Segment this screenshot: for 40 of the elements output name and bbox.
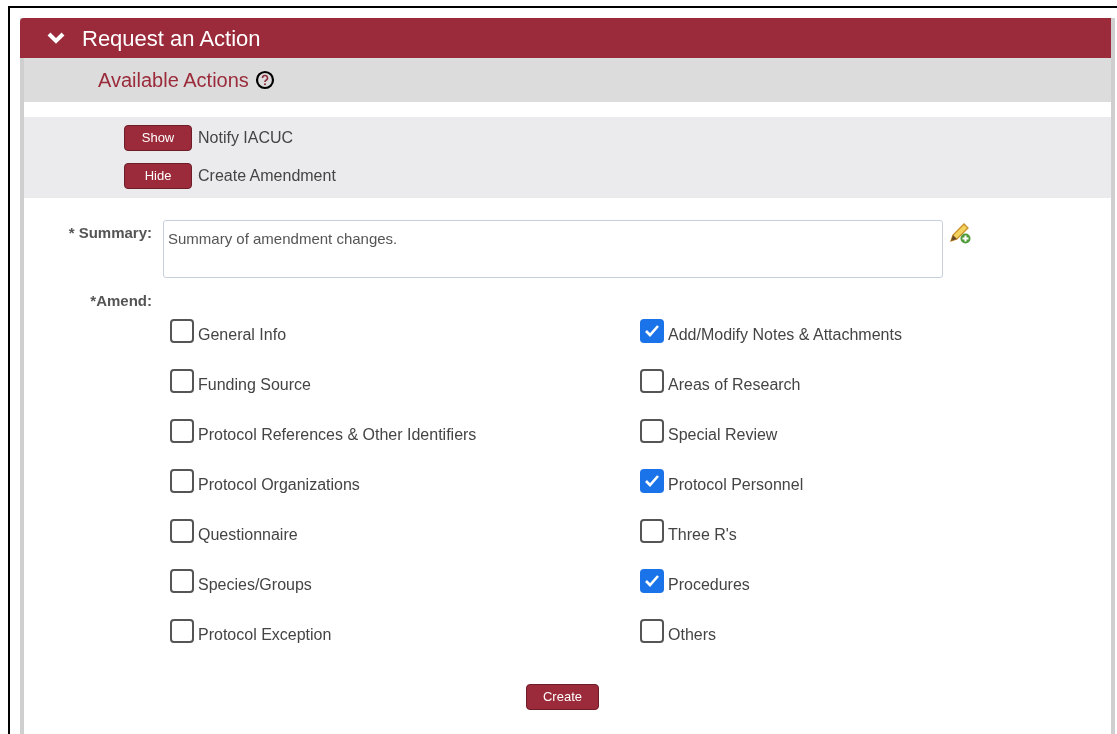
panel-title: Request an Action: [82, 24, 261, 53]
checkbox[interactable]: [170, 518, 194, 543]
checkbox-label: Protocol Exception: [198, 624, 332, 645]
checkbox-label: Procedures: [668, 574, 750, 595]
checkbox-label: Add/Modify Notes & Attachments: [668, 324, 902, 345]
checkbox-label: Special Review: [668, 424, 778, 445]
checkbox-label: Areas of Research: [668, 374, 801, 395]
create-button[interactable]: Create: [526, 683, 599, 710]
checkbox[interactable]: [170, 618, 194, 643]
amend-label: *Amend:: [89, 291, 152, 311]
checkbox-label: Protocol References & Other Identifiers: [198, 424, 477, 445]
checkbox[interactable]: [640, 368, 664, 393]
toggle-button[interactable]: Hide: [124, 163, 192, 189]
checkbox-label: Species/Groups: [198, 574, 312, 595]
checkbox-label: Funding Source: [198, 374, 311, 395]
help-icon[interactable]: [254, 70, 275, 90]
checkbox[interactable]: [640, 518, 664, 543]
checkbox-label: Others: [668, 624, 716, 645]
action-label: Create Amendment: [198, 166, 336, 186]
pencil-add-icon[interactable]: [948, 221, 972, 245]
checkbox[interactable]: [170, 368, 194, 393]
checkbox[interactable]: [170, 318, 194, 343]
checkbox[interactable]: [640, 618, 664, 643]
checkbox-label: Three R's: [668, 524, 737, 545]
checkbox-label: Protocol Personnel: [668, 474, 804, 495]
checkbox[interactable]: [640, 468, 664, 493]
checkbox-label: Protocol Organizations: [198, 474, 360, 495]
checkbox[interactable]: [640, 318, 664, 343]
summary-field[interactable]: Summary of amendment changes.: [163, 220, 943, 278]
section-title: Available Actions: [98, 68, 249, 93]
checkbox-label: Questionnaire: [198, 524, 298, 545]
toggle-button[interactable]: Show: [124, 125, 192, 151]
checkbox-label: General Info: [198, 324, 287, 345]
checkbox[interactable]: [170, 568, 194, 593]
checkbox[interactable]: [640, 568, 664, 593]
action-label: Notify IACUC: [198, 128, 294, 148]
checkbox[interactable]: [640, 418, 664, 443]
checkbox[interactable]: [170, 418, 194, 443]
summary-label: * Summary:: [67, 223, 152, 243]
checkbox[interactable]: [170, 468, 194, 493]
